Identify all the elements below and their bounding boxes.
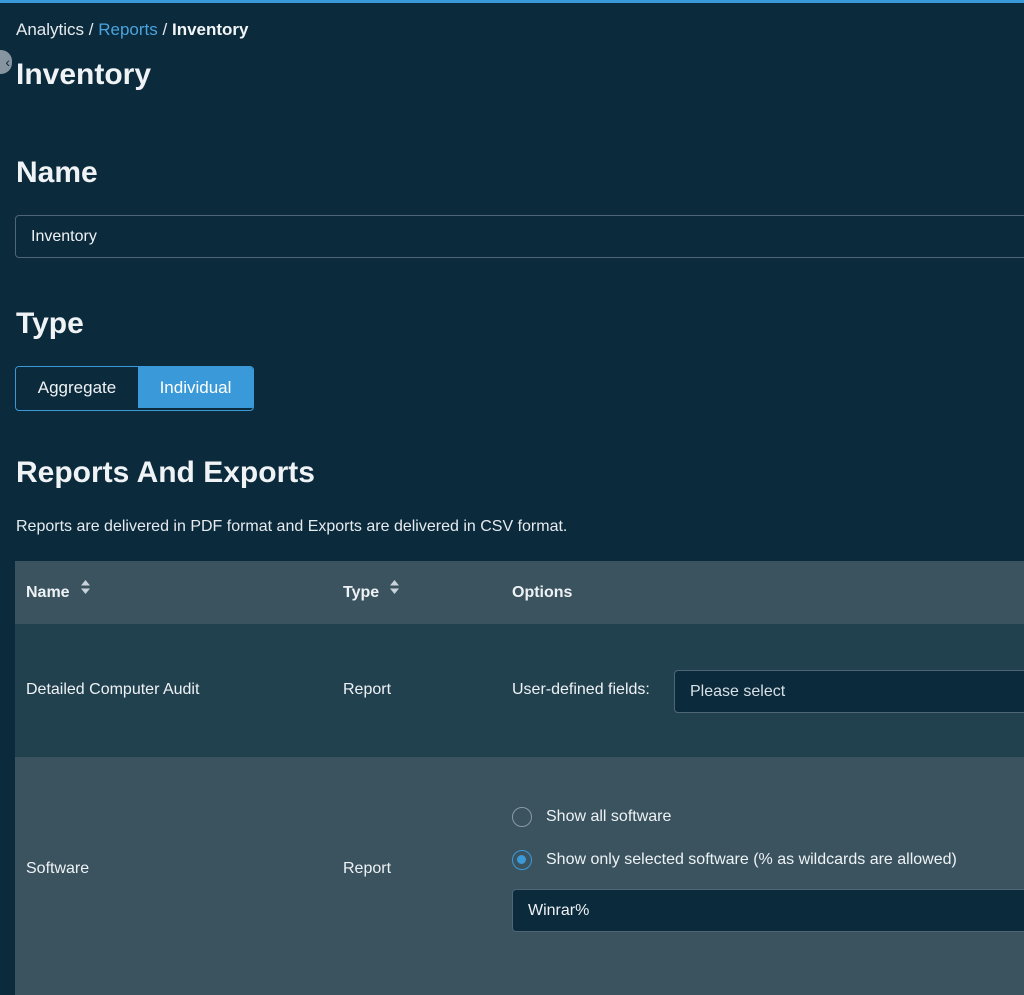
table-row: Software Report Show all software Show o… (15, 757, 1024, 995)
row-type-cell: Report (343, 681, 392, 698)
breadcrumb-separator: / (88, 20, 94, 39)
column-header-options: Options (512, 584, 573, 601)
user-defined-fields-label: User-defined fields: (512, 681, 650, 698)
column-header-name[interactable]: Name (26, 561, 91, 624)
chevron-left-icon[interactable]: ‹ (0, 50, 12, 74)
breadcrumb-separator: / (162, 20, 168, 39)
breadcrumb-analytics: Analytics (16, 20, 85, 39)
table-row: Detailed Computer Audit Report User-defi… (15, 624, 1024, 757)
row-name-cell: Detailed Computer Audit (26, 681, 200, 698)
show-selected-software-radio[interactable] (512, 850, 532, 870)
table-header: Name Type Options (15, 561, 1024, 624)
reports-description: Reports are delivered in PDF format and … (16, 518, 568, 535)
type-aggregate-button[interactable]: Aggregate (16, 367, 138, 408)
show-selected-software-label: Show only selected software (% as wildca… (546, 851, 957, 868)
breadcrumb-reports-link[interactable]: Reports (98, 20, 158, 39)
sort-icon[interactable] (80, 561, 91, 622)
row-name-cell: Software (26, 860, 90, 877)
name-heading: Name (16, 156, 98, 189)
sort-icon[interactable] (389, 561, 400, 622)
show-all-software-option[interactable]: Show all software (512, 805, 671, 829)
reports-table: Name Type Options Detailed Computer Audi… (15, 561, 1024, 995)
row-type-cell: Report (343, 860, 392, 877)
show-selected-software-option[interactable]: Show only selected software (% as wildca… (512, 848, 957, 872)
breadcrumb: Analytics / Reports / Inventory (16, 20, 249, 40)
column-header-type[interactable]: Type (343, 561, 400, 624)
name-input[interactable] (15, 215, 1024, 258)
reports-exports-heading: Reports And Exports (16, 456, 315, 489)
breadcrumb-current: Inventory (171, 20, 249, 39)
software-filter-input[interactable] (512, 889, 1024, 932)
type-toggle: Aggregate Individual (15, 366, 254, 411)
show-all-software-radio[interactable] (512, 807, 532, 827)
top-accent-bar (0, 0, 1024, 3)
user-defined-fields-select[interactable]: Please select (674, 670, 1024, 713)
type-individual-button[interactable]: Individual (138, 367, 253, 408)
page-title: Inventory (16, 58, 152, 91)
type-heading: Type (16, 307, 84, 340)
show-all-software-label: Show all software (546, 808, 672, 825)
